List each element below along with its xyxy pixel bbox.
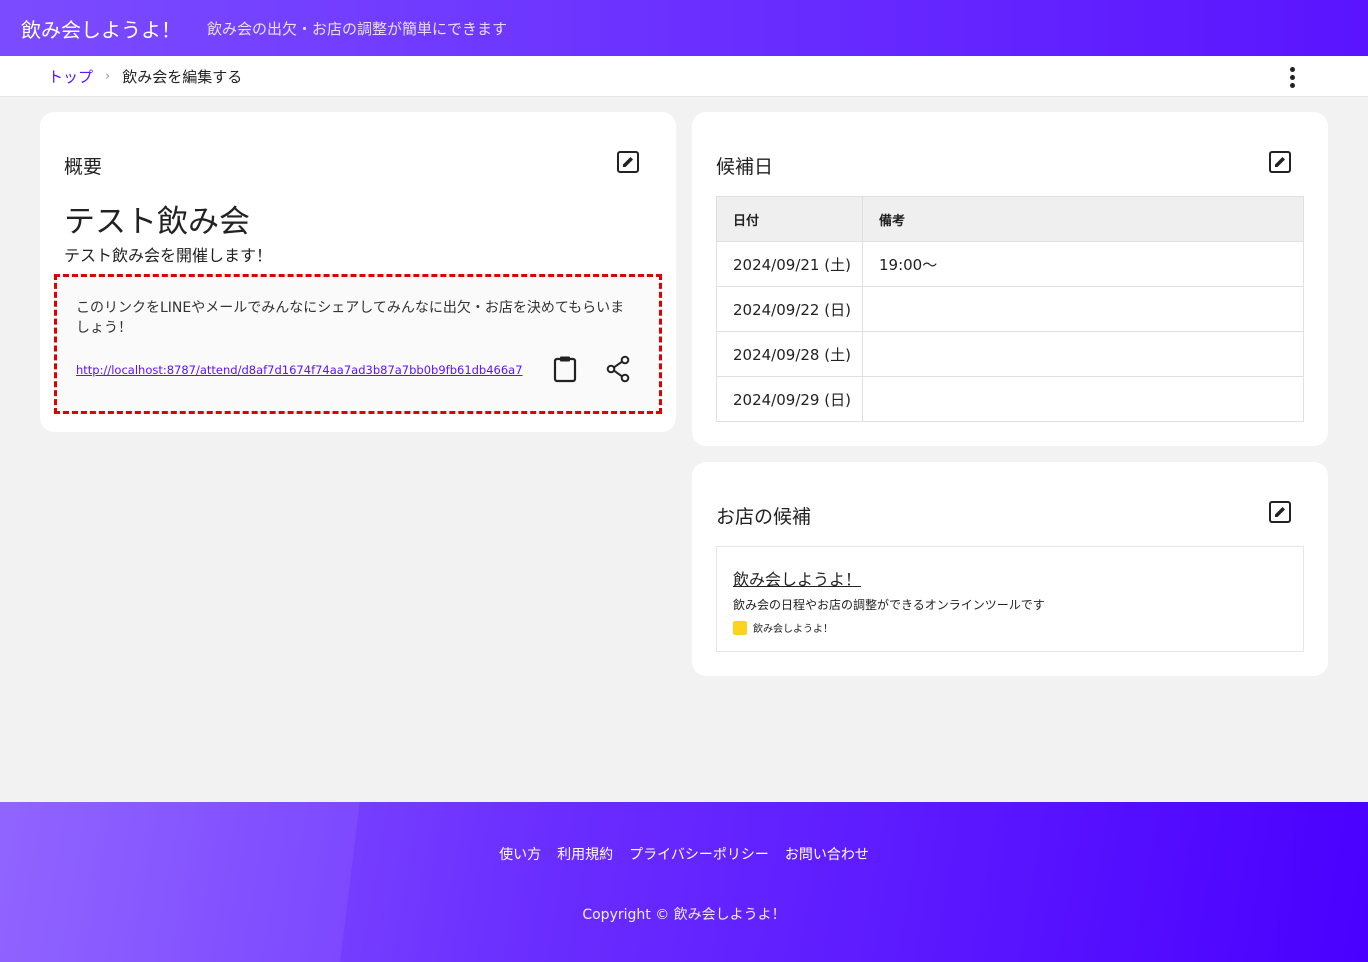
dates-table: 日付 備考 2024/09/21 (土) 19:00～ 2024/09/22 (…	[716, 196, 1304, 422]
dates-card-title: 候補日	[716, 156, 774, 178]
shop-title-link[interactable]: 飲み会しようよ！	[733, 566, 861, 590]
footer-link-terms[interactable]: 利用規約	[557, 844, 613, 864]
copyright: Copyright © 飲み会しようよ！	[582, 907, 786, 923]
shops-card: お店の候補 飲み会しようよ！ 飲み会の日程やお店の調整ができるオンラインツールで…	[692, 462, 1328, 676]
app-tagline: 飲み会の出欠・お店の調整が簡単にできます	[207, 19, 508, 38]
app-title[interactable]: 飲み会しようよ！	[21, 14, 181, 43]
edit-summary-button[interactable]	[615, 149, 641, 175]
table-row: 2024/09/21 (土) 19:00～	[716, 241, 1304, 287]
share-link-button[interactable]	[605, 355, 631, 383]
event-description: テスト飲み会を開催します！	[64, 246, 273, 265]
shop-site: 飲み会しようよ！	[733, 620, 833, 635]
breadcrumb-home-link[interactable]: トップ	[48, 66, 93, 87]
breadcrumb-current: 飲み会を編集する	[122, 67, 243, 86]
footer: 使い方 利用規約 プライバシーポリシー お問い合わせ Copyright © 飲…	[0, 802, 1368, 962]
more-menu-icon[interactable]	[1280, 65, 1304, 89]
note-cell	[862, 331, 1304, 377]
shop-description: 飲み会の日程やお店の調整ができるオンラインツールです	[733, 598, 1045, 612]
table-row: 2024/09/28 (土)	[716, 331, 1304, 377]
share-icon	[606, 355, 630, 383]
share-link-box: このリンクをLINEやメールでみんなにシェアしてみんなに出欠・お店を決めてもらい…	[54, 274, 662, 414]
date-cell: 2024/09/21 (土)	[716, 241, 863, 287]
note-cell	[862, 376, 1304, 422]
shop-site-name: 飲み会しようよ！	[753, 624, 833, 635]
edit-icon	[617, 151, 639, 173]
edit-shops-button[interactable]	[1267, 499, 1293, 525]
app-header: 飲み会しようよ！ 飲み会の出欠・お店の調整が簡単にできます	[0, 0, 1368, 56]
favicon-icon	[733, 620, 747, 635]
date-cell: 2024/09/28 (土)	[716, 331, 863, 377]
edit-icon	[1269, 501, 1291, 523]
column-header-note: 備考	[862, 196, 1304, 242]
column-header-date: 日付	[716, 196, 863, 242]
date-cell: 2024/09/22 (日)	[716, 286, 863, 332]
event-name: テスト飲み会	[64, 204, 250, 240]
note-cell	[862, 286, 1304, 332]
footer-link-usage[interactable]: 使い方	[499, 844, 541, 864]
dates-card: 候補日 日付 備考 2024/09/21 (土) 19:00～ 2024/09/…	[692, 112, 1328, 446]
chevron-right-icon: ›	[105, 68, 111, 84]
table-row: 2024/09/22 (日)	[716, 286, 1304, 332]
edit-icon	[1269, 151, 1291, 173]
footer-decoration	[0, 802, 360, 962]
clipboard-icon	[553, 356, 577, 383]
table-header-row: 日付 備考	[716, 196, 1304, 242]
edit-dates-button[interactable]	[1267, 149, 1293, 175]
footer-link-privacy[interactable]: プライバシーポリシー	[629, 844, 769, 864]
date-cell: 2024/09/29 (日)	[716, 376, 863, 422]
share-message: このリンクをLINEやメールでみんなにシェアしてみんなに出欠・お店を決めてもらい…	[76, 300, 625, 336]
shops-card-title: お店の候補	[716, 506, 812, 528]
breadcrumb: トップ › 飲み会を編集する	[0, 56, 1368, 97]
note-cell: 19:00～	[862, 241, 1304, 287]
summary-card: 概要 テスト飲み会 テスト飲み会を開催します！ このリンクをLINEやメールでみ…	[40, 112, 676, 432]
footer-link-contact[interactable]: お問い合わせ	[785, 844, 869, 864]
footer-links: 使い方 利用規約 プライバシーポリシー お問い合わせ	[0, 844, 1368, 864]
summary-card-title: 概要	[64, 156, 103, 178]
table-row: 2024/09/29 (日)	[716, 376, 1304, 422]
share-url-link[interactable]: http://localhost:8787/attend/d8af7d1674f…	[76, 363, 523, 377]
shop-link-card[interactable]: 飲み会しようよ！ 飲み会の日程やお店の調整ができるオンラインツールです 飲み会し…	[716, 546, 1304, 652]
copy-link-button[interactable]	[552, 355, 578, 383]
